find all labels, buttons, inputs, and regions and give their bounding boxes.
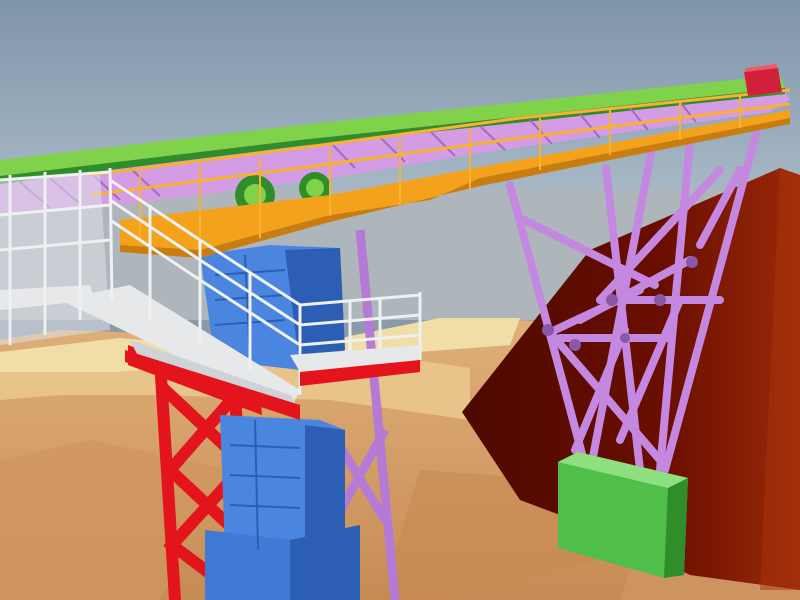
render-canvas — [0, 0, 800, 600]
conveyor-3d-render — [0, 0, 800, 600]
hopper-lower — [205, 415, 360, 600]
head-pulley-housing — [744, 64, 782, 96]
